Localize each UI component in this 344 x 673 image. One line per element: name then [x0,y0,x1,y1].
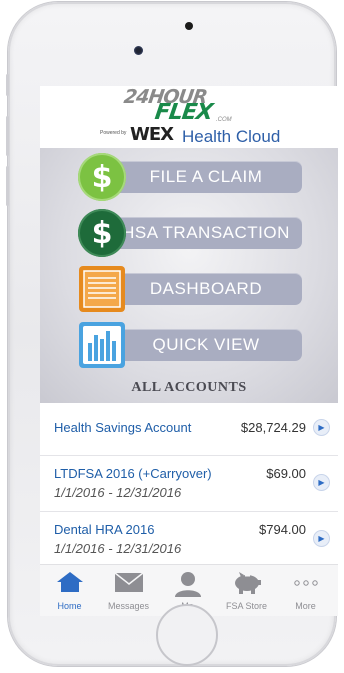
hsa-transaction-label: HSA TRANSACTION [122,223,290,242]
logo-flex: FLEX [153,100,214,125]
tab-fsa-store-label: FSA Store [225,601,268,611]
sensor-dot [185,22,193,30]
brand-header: 24HOUR FLEX .COM Powered by WEX Health C… [40,86,338,148]
account-name: LTDFSA 2016 (+Carryover) [54,466,212,481]
chevron-right-icon[interactable]: ▶ [313,530,330,547]
dashboard-label: DASHBOARD [149,279,263,298]
account-name: Dental HRA 2016 [54,522,155,537]
volume-up-button [6,116,9,156]
all-accounts-heading: ALL ACCOUNTS [131,380,247,395]
logo-health-cloud: Health Cloud [182,127,281,146]
dollar-icon[interactable]: $ [78,209,126,257]
volume-down-button [6,166,9,206]
file-a-claim-label: FILE A CLAIM [149,167,263,186]
account-name: Health Savings Account [54,420,192,435]
app-screen: 24HOUR FLEX .COM Powered by WEX Health C… [40,86,338,616]
main-menu: FILE A CLAIM $ HSA TRANSACTION $ DASHBOA… [40,148,338,403]
chevron-right-icon[interactable]: ▶ [313,419,330,436]
more-icon [293,571,319,598]
tab-more[interactable]: More [276,565,335,616]
person-icon [174,571,202,602]
account-plan-dates: 1/1/2016 - 12/31/2016 [54,541,182,556]
account-balance: $69.00 [266,466,306,481]
document-icon[interactable] [78,265,126,313]
home-icon [56,571,84,598]
account-balance: $28,724.29 [240,420,306,435]
tab-messages-label: Messages [107,601,150,611]
mute-switch [6,74,9,96]
logo-wex: WEX [130,124,174,145]
quick-view-label: QUICK VIEW [152,335,260,354]
dollar-icon[interactable]: $ [78,153,126,201]
phone-frame: 24HOUR FLEX .COM Powered by WEX Health C… [6,2,338,666]
tab-home-label: Home [57,601,82,611]
account-row-ltdfsa[interactable]: LTDFSA 2016 (+Carryover) $69.00 1/1/2016… [40,456,338,512]
tab-messages[interactable]: Messages [99,565,158,616]
logo-powered-by: Powered by [100,130,127,136]
tab-home[interactable]: Home [40,565,99,616]
account-row-dental-hra[interactable]: Dental HRA 2016 $794.00 1/1/2016 - 12/31… [40,512,338,564]
account-balance: $794.00 [259,522,306,537]
logo-com: .COM [216,117,232,123]
tab-more-label: More [295,601,316,611]
envelope-icon [114,571,144,598]
home-button[interactable] [156,604,218,666]
account-plan-dates: 1/1/2016 - 12/31/2016 [54,485,182,500]
chevron-right-icon[interactable]: ▶ [313,474,330,491]
front-camera [134,46,143,55]
account-row-hsa[interactable]: Health Savings Account $28,724.29 ▶ [40,403,338,456]
bar-chart-icon[interactable] [78,321,126,369]
piggy-bank-icon [232,571,262,600]
tab-fsa-store[interactable]: FSA Store [217,565,276,616]
